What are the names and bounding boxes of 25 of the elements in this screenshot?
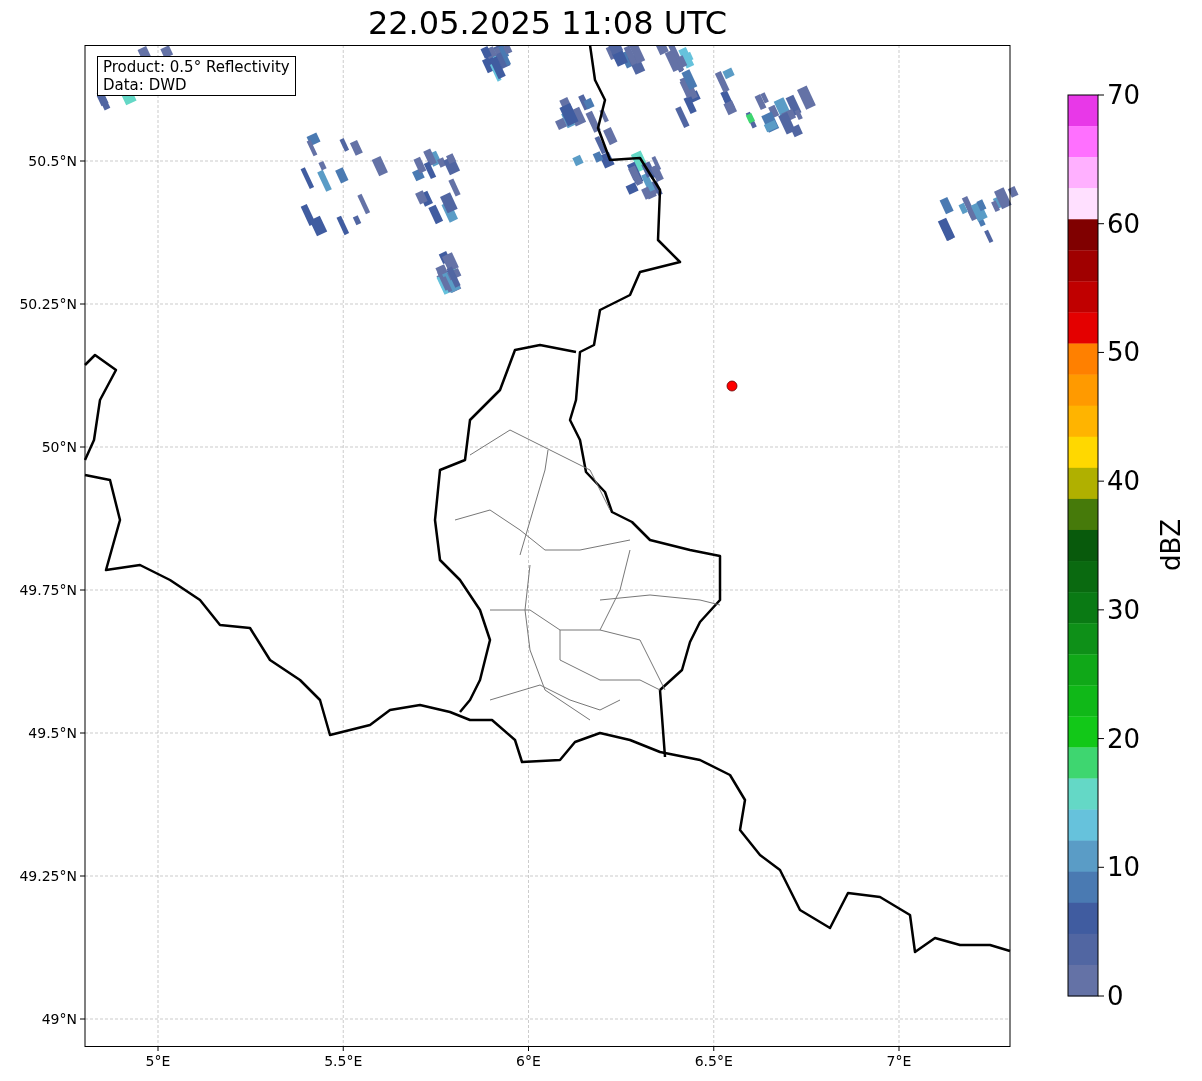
- latitude-label: 49.5°N: [28, 725, 77, 741]
- colorbar-tick-label: 30: [1107, 594, 1141, 625]
- colorbar-tick-label: 60: [1107, 208, 1141, 239]
- longitude-label: 5.5°E: [324, 1053, 363, 1069]
- latitude-label: 49.25°N: [19, 868, 77, 884]
- longitude-label: 7°E: [886, 1053, 912, 1069]
- longitude-label: 6°E: [516, 1053, 541, 1069]
- info-text: Product: 0.5° Reflectivity: [103, 58, 290, 76]
- info-text: Data: DWD: [103, 76, 188, 94]
- colorbar-tick-label: 40: [1107, 466, 1141, 497]
- longitude-label: 6.5°E: [694, 1053, 733, 1069]
- colorbar-tick-label: 70: [1107, 80, 1141, 110]
- colorbar-tick-label: 0: [1107, 981, 1124, 1011]
- colorbar-label: dBZ: [1156, 518, 1186, 572]
- colorbar-tick-label: 50: [1107, 337, 1141, 368]
- latitude-label: 50.25°N: [19, 296, 77, 312]
- location-marker-icon: [726, 380, 738, 392]
- latitude-label: 49.75°N: [19, 582, 77, 598]
- longitude-label: 5°E: [145, 1053, 171, 1069]
- latitude-label: 50.5°N: [28, 153, 77, 169]
- chart-title: 22.05.2025 11:08 UTC: [366, 2, 729, 44]
- latitude-label: 49°N: [41, 1011, 77, 1027]
- colorbar-tick-label: 20: [1107, 723, 1141, 754]
- latitude-label: 50°N: [41, 439, 77, 455]
- colorbar-tick-label: 10: [1107, 852, 1141, 883]
